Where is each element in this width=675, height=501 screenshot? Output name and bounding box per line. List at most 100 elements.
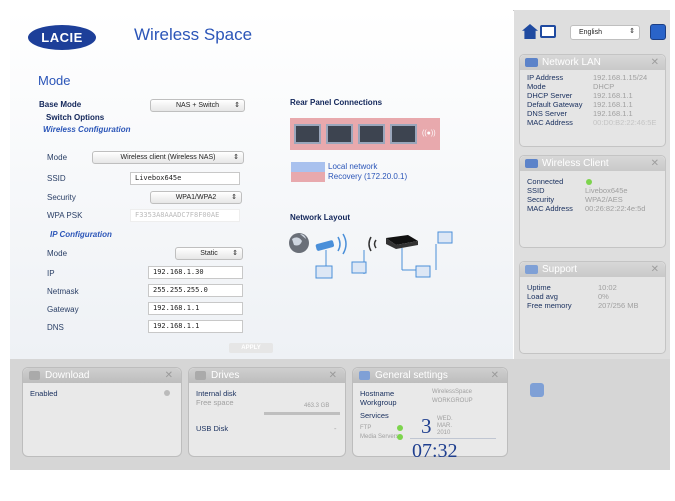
ftp-status-icon[interactable] <box>397 425 403 431</box>
ip-mode-select[interactable]: Static ⇕ <box>175 247 243 260</box>
select-arrow-icon: ⇕ <box>233 154 239 161</box>
divider <box>410 438 496 439</box>
lan-value: 192.168.1.15/24 <box>593 73 648 82</box>
page-title: Mode <box>38 73 71 88</box>
gateway-input[interactable]: 192.168.1.1 <box>148 302 243 315</box>
ssid-label: SSID <box>47 174 66 183</box>
base-mode-label: Base Mode <box>39 100 82 109</box>
support-value: 207/256 MB <box>598 301 639 310</box>
ethernet-port-icon[interactable] <box>358 124 385 144</box>
workgroup-label: Workgroup <box>360 398 397 407</box>
local-network-swatch <box>291 162 325 172</box>
calendar-day: 3 <box>421 414 432 438</box>
gear-icon <box>359 371 370 380</box>
select-arrow-icon: ⇕ <box>629 28 635 35</box>
ssid-input[interactable]: Livebox645e <box>130 172 240 185</box>
panel-title: General settings <box>375 370 448 381</box>
ip-label: IP <box>47 269 55 278</box>
hostname-value: WirelessSpace <box>432 389 473 395</box>
dns-input[interactable]: 192.168.1.1 <box>148 320 243 333</box>
search-icon[interactable] <box>540 25 556 38</box>
apply-button[interactable]: APPLY <box>229 343 273 353</box>
panel-title: Drives <box>211 370 240 381</box>
wifi-waves-icon <box>337 233 347 255</box>
wc-value: Livebox645e <box>585 186 628 195</box>
wireless-mode-select[interactable]: Wireless client (Wireless NAS) ⇕ <box>92 151 244 164</box>
media-status-icon[interactable] <box>397 434 403 440</box>
select-arrow-icon: ⇕ <box>231 194 237 201</box>
close-icon[interactable]: ✕ <box>651 55 659 70</box>
psk-label: WPA PSK <box>47 211 83 220</box>
gateway-label: Gateway <box>47 305 79 314</box>
lan-value: 192.168.1.1 <box>593 100 633 109</box>
ip-input[interactable]: 192.168.1.30 <box>148 266 243 279</box>
lan-key: DHCP Server <box>527 91 573 100</box>
wireless-config-heading: Wireless Configuration <box>43 125 131 134</box>
ethernet-port-icon[interactable] <box>326 124 353 144</box>
psk-input[interactable]: F3353A8AAADC7F8F00AE <box>130 209 240 222</box>
wifi-port-icon: ((●)) <box>422 130 436 137</box>
panel-title: Wireless Client <box>542 158 609 169</box>
language-select[interactable]: English ⇕ <box>570 25 640 40</box>
add-widget-icon[interactable] <box>530 383 544 397</box>
rear-panel-heading: Rear Panel Connections <box>290 98 383 107</box>
router-icon <box>315 240 335 251</box>
computer-icon <box>415 265 431 278</box>
close-icon[interactable]: ✕ <box>329 368 337 383</box>
download-icon <box>29 371 40 380</box>
lan-value: 192.168.1.1 <box>593 91 633 100</box>
lan-key: Default Gateway <box>527 100 583 109</box>
lan-key: DNS Server <box>527 109 568 118</box>
ethernet-port-icon[interactable] <box>390 124 417 144</box>
computer-icon <box>315 265 333 279</box>
download-status-icon[interactable] <box>164 390 170 396</box>
calendar-year: 2010 <box>437 430 451 436</box>
panel-title: Support <box>542 264 578 275</box>
wc-key: MAC Address <box>527 204 573 213</box>
close-icon[interactable]: ✕ <box>651 262 659 277</box>
network-icon <box>525 159 538 168</box>
usb-disk-value: - <box>334 424 337 433</box>
legend-recovery: Recovery (172.20.0.1) <box>328 172 408 181</box>
select-arrow-icon: ⇕ <box>232 250 238 257</box>
main-content <box>10 10 513 359</box>
support-key: Free memory <box>527 301 572 310</box>
ethernet-port-icon[interactable] <box>294 124 321 144</box>
calendar-day-name: WED. <box>437 416 453 422</box>
wc-key: SSID <box>527 186 545 195</box>
power-icon[interactable] <box>650 24 666 40</box>
close-icon[interactable]: ✕ <box>491 368 499 383</box>
security-select[interactable]: WPA1/WPA2 ⇕ <box>150 191 242 204</box>
dns-label: DNS <box>47 323 64 332</box>
mode-label: Mode <box>47 153 68 162</box>
download-panel: Download ✕ <box>22 367 182 457</box>
ftp-label: FTP <box>360 425 372 431</box>
support-key: Load avg <box>527 292 558 301</box>
app-title: Wireless Space <box>134 25 253 44</box>
computer-icon <box>437 231 453 244</box>
services-label: Services <box>360 411 389 420</box>
usb-disk-label: USB Disk <box>196 424 229 433</box>
recovery-swatch <box>291 172 325 182</box>
panel-title: Download <box>45 370 90 381</box>
wc-value: WPA2/AES <box>585 195 623 204</box>
select-arrow-icon: ⇕ <box>234 102 240 109</box>
ip-config-heading: IP Configuration <box>50 230 112 239</box>
base-mode-select[interactable]: NAS + Switch ⇕ <box>150 99 245 112</box>
netmask-label: Netmask <box>47 287 79 296</box>
ip-mode-label: Mode <box>47 249 68 258</box>
hostname-label: Hostname <box>360 389 395 398</box>
media-servers-label: Media Servers <box>360 434 399 440</box>
support-value: 0% <box>598 292 609 301</box>
netmask-input[interactable]: 255.255.255.0 <box>148 284 243 297</box>
lacie-logo: LACIE <box>28 25 96 50</box>
lan-value: 192.168.1.1 <box>593 109 633 118</box>
lan-value: DHCP <box>593 82 615 91</box>
free-space-value: 463.3 GB <box>304 403 330 409</box>
clock-time: 07:32 <box>412 440 458 462</box>
security-label: Security <box>47 193 76 202</box>
legend-local: Local network <box>328 162 378 171</box>
close-icon[interactable]: ✕ <box>651 156 659 171</box>
support-key: Uptime <box>527 283 551 292</box>
close-icon[interactable]: ✕ <box>165 368 173 383</box>
